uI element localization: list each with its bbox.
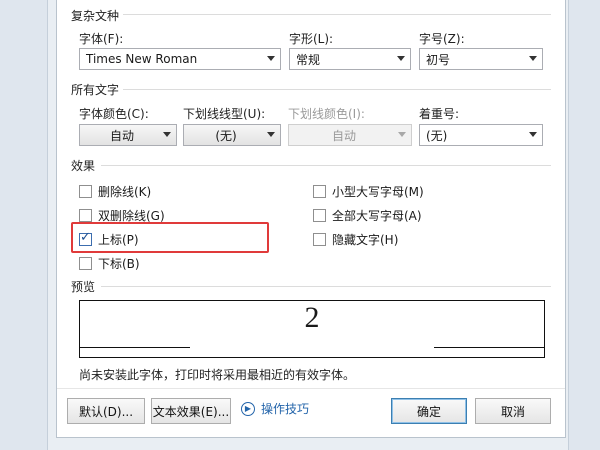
emphasis-select[interactable]: (无)	[419, 124, 543, 146]
checkbox-box[interactable]	[313, 185, 326, 198]
ok-button[interactable]: 确定	[391, 398, 467, 424]
preview-sample: 2	[304, 301, 320, 334]
chevron-down-icon	[397, 56, 405, 61]
text-effects-button[interactable]: 文本效果(E)...	[151, 398, 231, 424]
style-select[interactable]: 常规	[289, 48, 411, 70]
divider	[101, 286, 551, 287]
chevron-down-icon	[267, 56, 275, 61]
divider	[123, 89, 551, 90]
tips-link[interactable]: ▶ 操作技巧	[241, 400, 309, 417]
checkbox-box[interactable]	[79, 257, 92, 270]
style-label: 字形(L):	[289, 32, 334, 46]
font-dialog: 复杂文种 字体(F): Times New Roman 字形(L): 常规 字号…	[56, 0, 566, 438]
checkbox-box[interactable]	[79, 209, 92, 222]
section-complex-script: 复杂文种	[71, 9, 120, 23]
chevron-down-icon	[398, 132, 406, 137]
baseline-right	[434, 347, 544, 348]
section-effects: 效果	[71, 159, 96, 173]
font-color-value: 自动	[109, 128, 134, 143]
checkbox-box[interactable]	[313, 233, 326, 246]
cancel-button[interactable]: 取消	[475, 398, 551, 424]
underline-style-label: 下划线线型(U):	[183, 107, 266, 121]
strikethrough-checkbox[interactable]: 删除线(K)	[79, 183, 151, 200]
chevron-down-icon	[529, 56, 537, 61]
preview-box: 2	[79, 300, 545, 358]
size-select-value: 初号	[426, 52, 451, 67]
small-caps-label: 小型大写字母(M)	[332, 185, 424, 199]
underline-color-label: 下划线颜色(I):	[288, 107, 365, 121]
play-circle-icon: ▶	[241, 401, 255, 416]
chevron-down-icon	[267, 132, 275, 137]
default-button[interactable]: 默认(D)...	[67, 398, 145, 424]
underline-color-select: 自动	[288, 124, 412, 146]
font-missing-note: 尚未安装此字体，打印时将采用最相近的有效字体。	[79, 368, 356, 382]
window-frame-left	[0, 0, 48, 450]
chevron-down-icon	[163, 132, 171, 137]
divider	[57, 388, 565, 389]
underline-style-select[interactable]: (无)	[183, 124, 281, 146]
font-select[interactable]: Times New Roman	[79, 48, 281, 70]
small-caps-checkbox[interactable]: 小型大写字母(M)	[313, 183, 424, 200]
size-label: 字号(Z):	[419, 32, 465, 46]
checkbox-box[interactable]	[313, 209, 326, 222]
subscript-label: 下标(B)	[98, 257, 140, 271]
section-preview: 预览	[71, 280, 96, 294]
underline-style-value: (无)	[215, 128, 237, 143]
font-label: 字体(F):	[79, 32, 124, 46]
size-select[interactable]: 初号	[419, 48, 543, 70]
baseline-left	[80, 347, 190, 348]
underline-color-value: 自动	[331, 128, 356, 143]
emphasis-value: (无)	[426, 128, 448, 143]
tips-label: 操作技巧	[261, 402, 310, 416]
section-all-text: 所有文字	[71, 83, 120, 97]
chevron-down-icon	[529, 132, 537, 137]
emphasis-label: 着重号:	[419, 107, 460, 121]
font-select-value: Times New Roman	[86, 52, 198, 66]
all-caps-checkbox[interactable]: 全部大写字母(A)	[313, 207, 422, 224]
strikethrough-label: 删除线(K)	[98, 185, 152, 199]
window-frame-right	[568, 0, 600, 450]
divider	[123, 14, 551, 15]
subscript-checkbox[interactable]: 下标(B)	[79, 255, 140, 272]
hidden-text-label: 隐藏文字(H)	[332, 233, 399, 247]
hidden-text-checkbox[interactable]: 隐藏文字(H)	[313, 231, 398, 248]
all-caps-label: 全部大写字母(A)	[332, 209, 422, 223]
divider	[101, 165, 551, 166]
checkbox-box[interactable]	[79, 185, 92, 198]
superscript-highlight-box	[71, 222, 269, 253]
style-select-value: 常规	[296, 52, 321, 67]
font-color-select[interactable]: 自动	[79, 124, 177, 146]
font-color-label: 字体颜色(C):	[79, 107, 149, 121]
